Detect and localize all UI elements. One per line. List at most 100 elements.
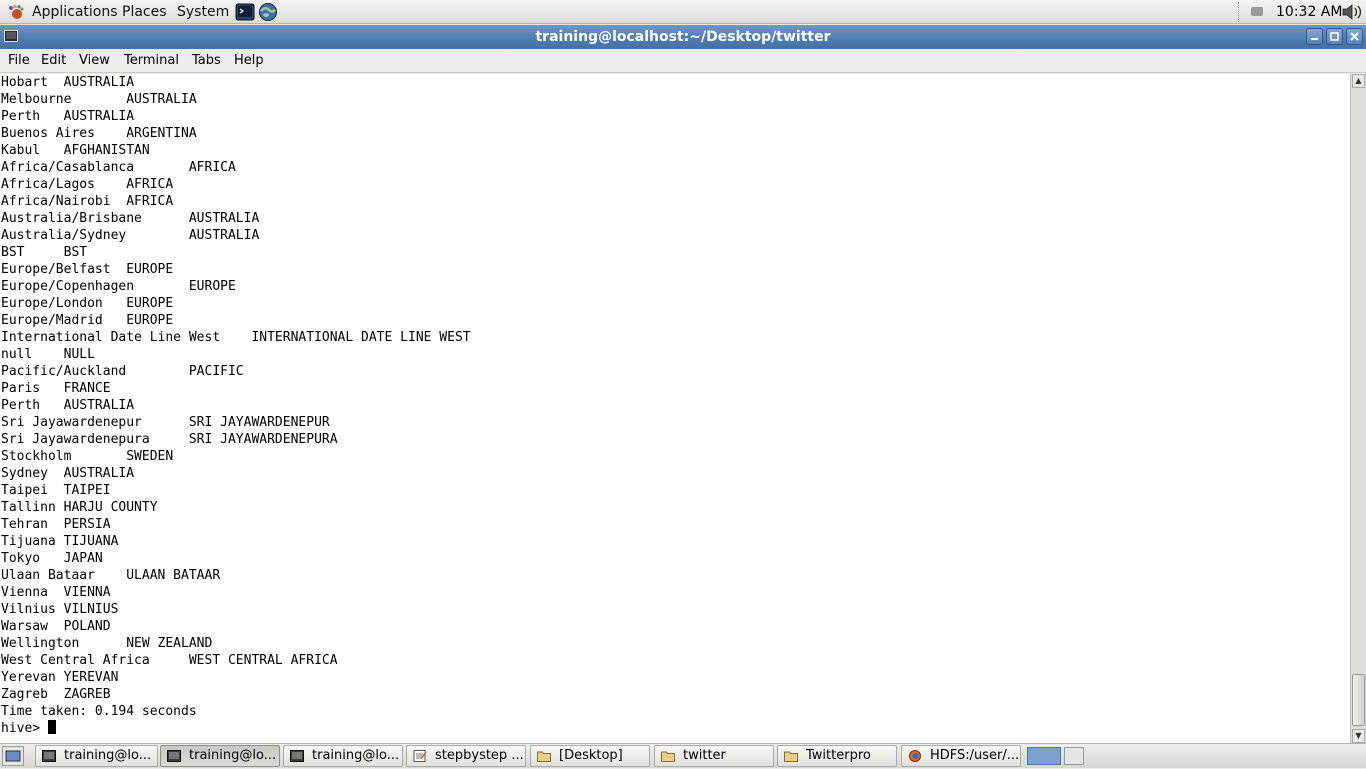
workspace-2-button[interactable] bbox=[1064, 747, 1084, 765]
web-browser-launcher-icon[interactable] bbox=[258, 2, 278, 22]
terminal-icon bbox=[167, 750, 181, 762]
menu-applications[interactable]: Applications bbox=[32, 0, 118, 24]
terminal-line: Pacific/Auckland PACIFIC bbox=[1, 364, 244, 379]
terminal-icon bbox=[290, 750, 304, 762]
terminal-line: Warsaw POLAND bbox=[1, 619, 111, 634]
text-editor-icon bbox=[413, 750, 427, 762]
terminal-line: Tokyo JAPAN bbox=[1, 551, 103, 566]
terminal-cursor bbox=[47, 720, 56, 734]
terminal-line: Perth AUSTRALIA bbox=[1, 109, 135, 124]
volume-icon[interactable] bbox=[1341, 3, 1363, 21]
taskbar-button-label: Twitterpro bbox=[806, 748, 871, 763]
taskbar-button[interactable]: training@lo... bbox=[283, 745, 403, 767]
taskbar-button[interactable]: Twitterpro bbox=[777, 745, 897, 767]
terminal-line: Africa/Nairobi AFRICA bbox=[1, 194, 174, 209]
terminal-window: training@localhost:~/Desktop/twitter Fil… bbox=[0, 25, 1366, 743]
taskbar-button-label: [Desktop] bbox=[559, 748, 623, 763]
keyboard-indicator-icon[interactable] bbox=[1251, 7, 1263, 16]
scrollbar-thumb[interactable] bbox=[1352, 674, 1365, 726]
taskbar-button[interactable]: training@lo... bbox=[160, 745, 280, 767]
close-icon bbox=[1350, 32, 1359, 41]
minimize-icon bbox=[1311, 38, 1318, 40]
terminal-line: Europe/Madrid EUROPE bbox=[1, 313, 174, 328]
terminal-line: null NULL bbox=[1, 347, 95, 362]
taskbar-button[interactable]: stepbystep ... bbox=[406, 745, 526, 767]
menu-help[interactable]: Help bbox=[234, 49, 264, 73]
window-titlebar[interactable]: training@localhost:~/Desktop/twitter bbox=[0, 25, 1366, 49]
terminal-line: Vienna VIENNA bbox=[1, 585, 111, 600]
menu-file[interactable]: File bbox=[8, 49, 30, 73]
terminal-line: Tehran PERSIA bbox=[1, 517, 111, 532]
workspace-1-button[interactable] bbox=[1027, 747, 1061, 765]
show-desktop-icon bbox=[5, 750, 21, 762]
menu-edit[interactable]: Edit bbox=[41, 49, 66, 73]
vertical-scrollbar[interactable]: ▲ ▼ bbox=[1350, 74, 1366, 743]
terminal-line: BST BST bbox=[1, 245, 88, 260]
terminal-line: Tijuana TIJUANA bbox=[1, 534, 119, 549]
menu-system[interactable]: System bbox=[177, 0, 229, 24]
taskbar-button[interactable]: HDFS:/user/... bbox=[901, 745, 1021, 767]
terminal-line: Zagreb ZAGREB bbox=[1, 687, 111, 702]
terminal-line: Europe/Belfast EUROPE bbox=[1, 262, 174, 277]
top-panel: Applications Places System 10:32 AM bbox=[0, 0, 1366, 24]
taskbar-button[interactable]: [Desktop] bbox=[530, 745, 650, 767]
terminal-line: Europe/London EUROPE bbox=[1, 296, 174, 311]
terminal-line: Tallinn HARJU COUNTY bbox=[1, 500, 158, 515]
terminal-line: Africa/Lagos AFRICA bbox=[1, 177, 174, 192]
terminal-line: Europe/Copenhagen EUROPE bbox=[1, 279, 236, 294]
terminal-line: Hobart AUSTRALIA bbox=[1, 75, 135, 90]
folder-icon bbox=[784, 751, 798, 762]
panel-clock[interactable]: 10:32 AM bbox=[1276, 0, 1342, 24]
taskbar-button-label: twitter bbox=[683, 748, 726, 763]
minimize-button[interactable] bbox=[1306, 28, 1323, 45]
terminal-line: Buenos Aires ARGENTINA bbox=[1, 126, 197, 141]
taskbar-button[interactable]: training@lo... bbox=[35, 745, 158, 767]
terminal-line: Stockholm SWEDEN bbox=[1, 449, 174, 464]
terminal-line: Sri Jayawardenepura SRI JAYAWARDENEPURA bbox=[1, 432, 338, 447]
terminal-prompt: hive> bbox=[1, 721, 48, 736]
terminal-line: Vilnius VILNIUS bbox=[1, 602, 119, 617]
terminal-area[interactable]: Hobart AUSTRALIA Melbourne AUSTRALIA Per… bbox=[0, 74, 1350, 743]
gnome-foot-icon[interactable] bbox=[8, 4, 24, 20]
bottom-taskbar: training@lo... training@lo... training@lo.… bbox=[0, 743, 1366, 768]
maximize-button[interactable] bbox=[1326, 28, 1343, 45]
folder-icon bbox=[661, 751, 675, 762]
terminal-line: Australia/Brisbane AUSTRALIA bbox=[1, 211, 260, 226]
terminal-icon bbox=[42, 750, 56, 762]
menu-tabs[interactable]: Tabs bbox=[192, 49, 221, 73]
taskbar-button-label: stepbystep ... bbox=[435, 748, 524, 763]
terminal-output: Hobart AUSTRALIA Melbourne AUSTRALIA Per… bbox=[1, 74, 471, 737]
window-title: training@localhost:~/Desktop/twitter bbox=[535, 29, 831, 45]
terminal-line: Melbourne AUSTRALIA bbox=[1, 92, 197, 107]
menu-terminal[interactable]: Terminal bbox=[124, 49, 179, 73]
menu-view[interactable]: View bbox=[79, 49, 110, 73]
menu-places[interactable]: Places bbox=[122, 0, 167, 24]
terminal-line: West Central Africa WEST CENTRAL AFRICA bbox=[1, 653, 338, 668]
terminal-line: Sydney AUSTRALIA bbox=[1, 466, 135, 481]
maximize-icon bbox=[1330, 32, 1339, 41]
terminal-line: Australia/Sydney AUSTRALIA bbox=[1, 228, 260, 243]
firefox-icon bbox=[909, 750, 921, 762]
terminal-line: Perth AUSTRALIA bbox=[1, 398, 135, 413]
scroll-down-arrow-icon[interactable]: ▼ bbox=[1352, 729, 1365, 743]
panel-separator bbox=[1238, 2, 1245, 22]
close-button[interactable] bbox=[1346, 28, 1363, 45]
taskbar-button-label: training@lo... bbox=[312, 748, 400, 763]
taskbar-button-label: HDFS:/user/... bbox=[930, 748, 1020, 763]
terminal-line: Time taken: 0.194 seconds bbox=[1, 704, 197, 719]
terminal-line: Wellington NEW ZEALAND bbox=[1, 636, 213, 651]
folder-icon bbox=[537, 751, 551, 762]
terminal-line: Taipei TAIPEI bbox=[1, 483, 111, 498]
window-menubar: File Edit View Terminal Tabs Help bbox=[0, 49, 1366, 73]
terminal-line: Africa/Casablanca AFRICA bbox=[1, 160, 236, 175]
terminal-line: Ulaan Bataar ULAAN BATAAR bbox=[1, 568, 221, 583]
taskbar-button-label: training@lo... bbox=[64, 748, 152, 763]
terminal-line: Kabul AFGHANISTAN bbox=[1, 143, 150, 158]
terminal-line: Yerevan YEREVAN bbox=[1, 670, 119, 685]
taskbar-button[interactable]: twitter bbox=[654, 745, 774, 767]
terminal-line: Sri Jayawardenepur SRI JAYAWARDENEPUR bbox=[1, 415, 330, 430]
scroll-up-arrow-icon[interactable]: ▲ bbox=[1352, 74, 1365, 88]
terminal-line: International Date Line West INTERNATION… bbox=[1, 330, 471, 345]
show-desktop-button[interactable] bbox=[2, 746, 24, 766]
terminal-launcher-icon[interactable] bbox=[235, 2, 255, 22]
